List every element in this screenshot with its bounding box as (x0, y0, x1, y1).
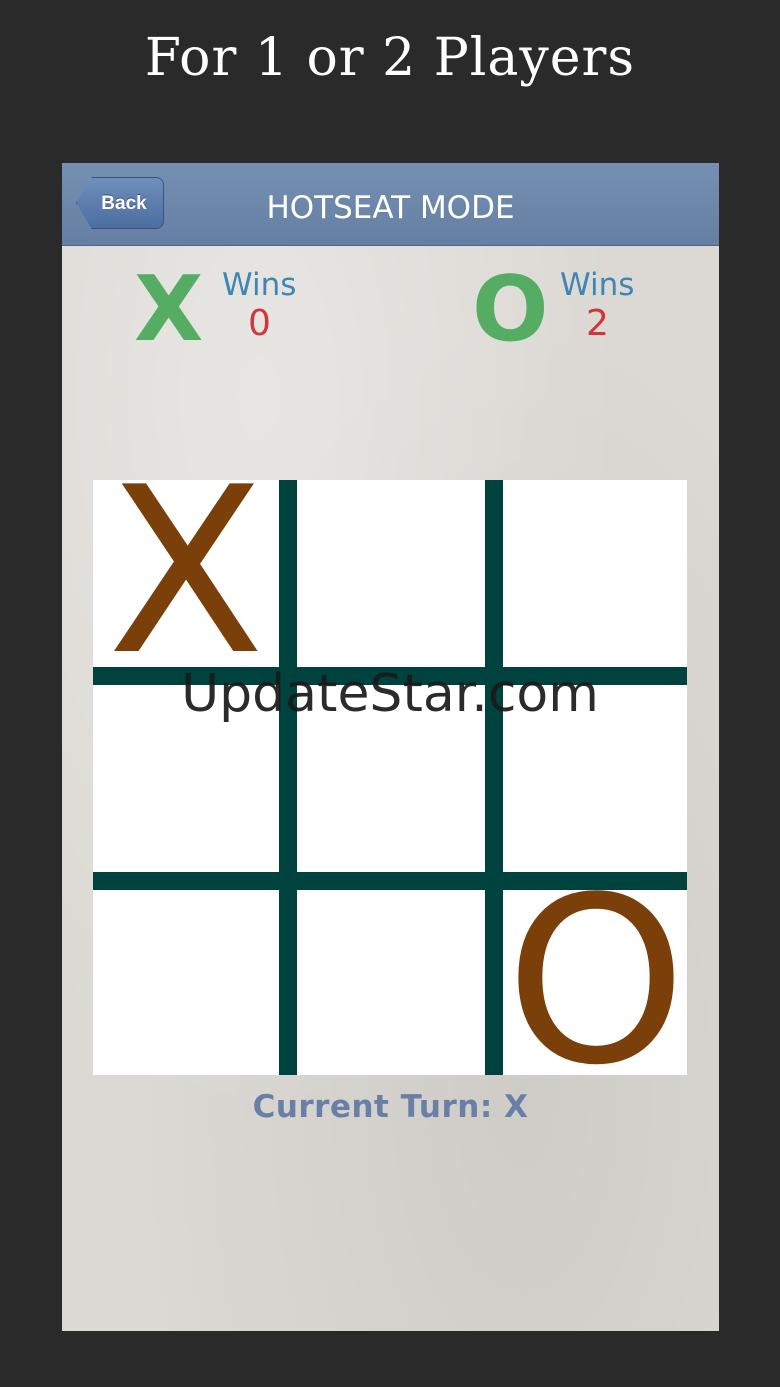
player-o-mark: O (472, 257, 549, 362)
board-cell-9[interactable]: O (503, 890, 689, 1076)
promo-headline: For 1 or 2 Players (144, 28, 636, 88)
board-cell-6[interactable] (503, 685, 689, 871)
board-cell-3[interactable] (503, 480, 689, 666)
app-screen: Back HOTSEAT MODE X Wins 0 O Wins 2 X O … (62, 163, 719, 1331)
cell-mark: X (107, 480, 265, 666)
grid-line-vertical (279, 480, 297, 1075)
board-cell-8[interactable] (297, 890, 483, 1076)
board-cell-2[interactable] (297, 480, 483, 666)
board-cell-4[interactable] (93, 685, 279, 871)
player-x-wins-count: 0 (248, 303, 271, 344)
grid-line-vertical (485, 480, 503, 1075)
board-cell-5[interactable] (297, 685, 483, 871)
player-x-wins-label: Wins (222, 267, 297, 303)
current-turn-status: Current Turn: X (252, 1089, 529, 1125)
player-x-mark: X (134, 257, 204, 362)
board-cell-7[interactable] (93, 890, 279, 1076)
screen-title: HOTSEAT MODE (266, 190, 515, 226)
board-cell-1[interactable]: X (93, 480, 279, 666)
navigation-bar: Back HOTSEAT MODE (62, 163, 719, 246)
cell-mark: O (505, 890, 687, 1076)
grid-line-horizontal (93, 872, 687, 890)
player-o-wins-label: Wins (560, 267, 635, 303)
back-button[interactable]: Back (76, 177, 164, 229)
game-board: X O (93, 480, 689, 1076)
grid-line-horizontal (93, 667, 687, 685)
player-o-wins-count: 2 (586, 303, 609, 344)
